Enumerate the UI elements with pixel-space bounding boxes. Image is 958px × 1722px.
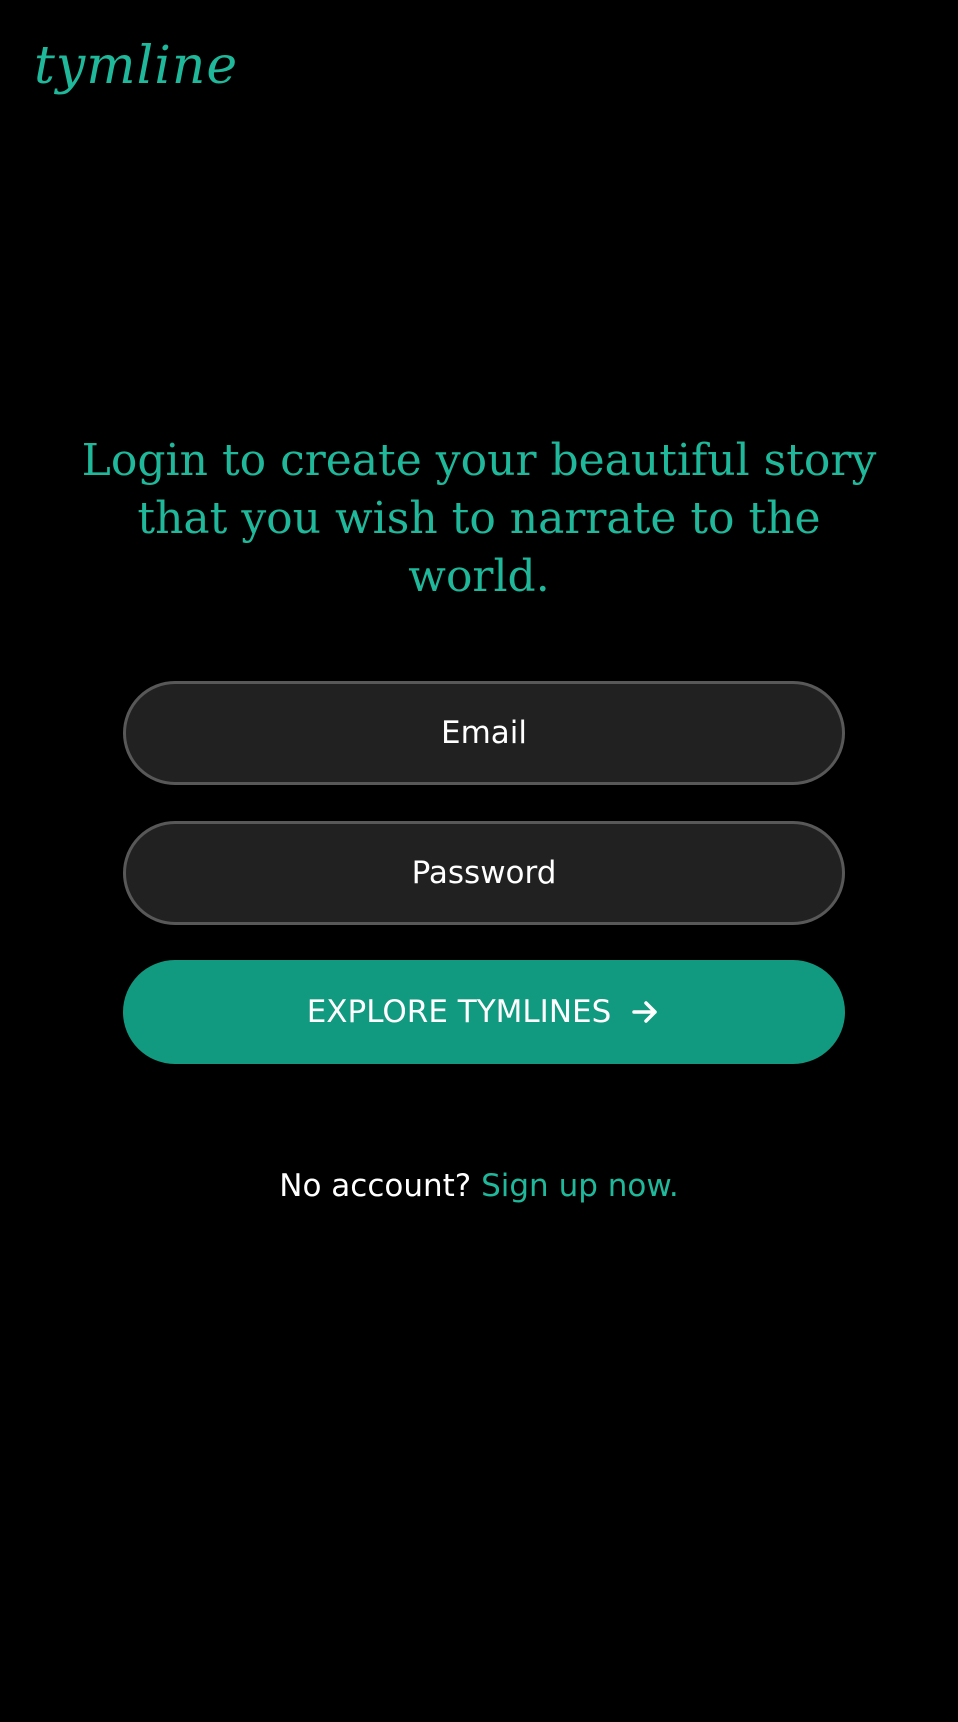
login-headline: Login to create your beautiful story tha… (81, 435, 877, 602)
explore-tymlines-label: EXPLORE TYMLINES (306, 994, 612, 1030)
explore-tymlines-button[interactable]: EXPLORE TYMLINES (123, 960, 845, 1064)
no-account-text: No account? (279, 1168, 472, 1204)
arrow-right-icon (629, 996, 661, 1028)
tymline-logo[interactable]: tymline (34, 40, 238, 92)
email-field[interactable] (123, 681, 845, 785)
password-field[interactable] (123, 821, 845, 925)
signup-prompt: No account? Sign up now. (0, 1168, 958, 1204)
signup-link[interactable]: Sign up now. (481, 1168, 679, 1204)
